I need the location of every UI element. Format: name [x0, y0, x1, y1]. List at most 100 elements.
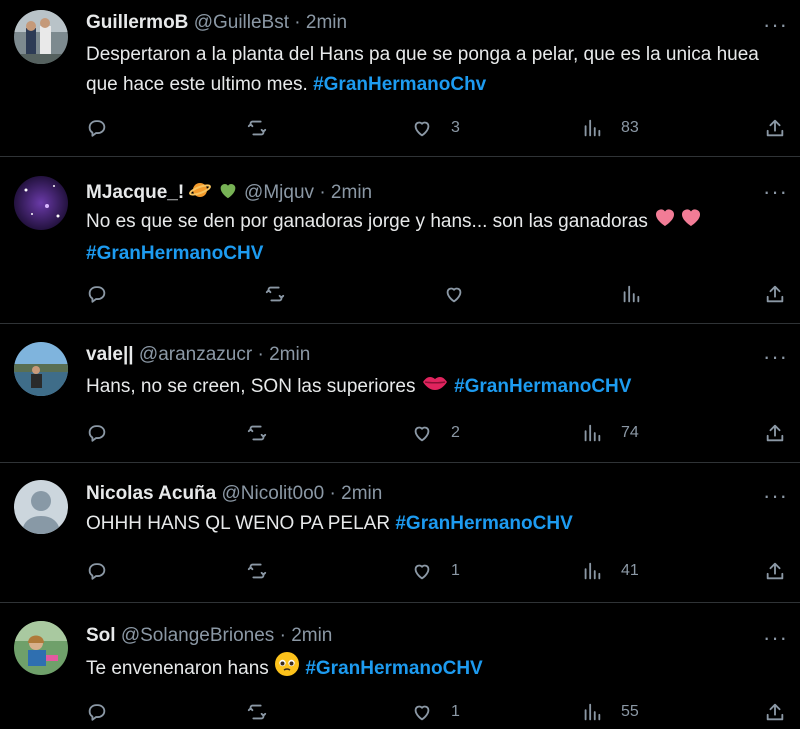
green-heart-icon	[217, 179, 239, 207]
views-button[interactable]: 83	[581, 114, 639, 142]
tweet[interactable]: vale|| @aranzazucr · 2min ··· Hans, no s…	[0, 324, 800, 463]
views-button[interactable]: 74	[581, 419, 639, 447]
share-icon	[766, 119, 784, 137]
retweet-button[interactable]	[264, 280, 286, 308]
tweet-header: Nicolas Acuña @Nicolit0o0 · 2min	[86, 483, 750, 505]
share-button[interactable]	[764, 280, 786, 308]
reply-icon	[88, 286, 106, 303]
hashtag-link[interactable]: #GranHermanoCHV	[86, 243, 263, 264]
more-options-icon[interactable]: ···	[763, 14, 788, 36]
like-button[interactable]: 2	[411, 419, 460, 447]
avatar[interactable]	[14, 480, 68, 534]
reply-button[interactable]	[86, 698, 108, 726]
timestamp[interactable]: 2min	[341, 483, 382, 504]
view-count: 41	[621, 562, 639, 579]
heart-icon	[414, 564, 430, 580]
more-options-icon[interactable]: ···	[763, 346, 788, 368]
hashtag-link[interactable]: #GranHermanoCHV	[395, 513, 572, 534]
reply-button[interactable]	[86, 419, 108, 447]
retweet-icon	[247, 120, 267, 136]
tweet-body: Te envenenaron hans	[86, 658, 269, 680]
share-icon	[766, 424, 784, 442]
tweet[interactable]: Sol @SolangeBriones · 2min ··· Te envene…	[0, 603, 800, 729]
more-options-icon[interactable]: ···	[763, 485, 788, 507]
views-chart-icon	[584, 703, 601, 721]
timestamp[interactable]: 2min	[306, 12, 347, 33]
retweet-icon	[265, 286, 285, 302]
user-handle[interactable]: @Mjquv	[244, 182, 314, 203]
separator: ·	[279, 625, 286, 646]
views-button[interactable]: 41	[581, 557, 639, 585]
display-name[interactable]: GuillermoB	[86, 12, 188, 33]
avatar[interactable]	[14, 10, 68, 64]
separator: ·	[319, 182, 326, 204]
retweet-button[interactable]	[246, 698, 268, 726]
share-icon	[766, 703, 784, 721]
heart-icon	[446, 287, 462, 303]
share-button[interactable]	[764, 698, 786, 726]
user-handle[interactable]: @Nicolit0o0	[222, 483, 325, 504]
tweet-body: OHHH HANS QL WENO PA PELAR	[86, 513, 391, 534]
retweet-button[interactable]	[246, 419, 268, 447]
timeline-feed: GuillermoB @GuilleBst · 2min ··· Despert…	[0, 0, 800, 729]
avatar[interactable]	[14, 621, 68, 675]
tweet[interactable]: GuillermoB @GuilleBst · 2min ··· Despert…	[0, 0, 800, 157]
like-button[interactable]	[443, 280, 483, 308]
tweet-text: Hans, no se creen, SON las superiores #G…	[86, 372, 782, 402]
ringed-planet-icon	[189, 179, 212, 207]
share-button[interactable]	[764, 114, 786, 142]
display-name[interactable]: MJacque_!	[86, 182, 184, 203]
tweet-header: Sol @SolangeBriones · 2min	[86, 625, 750, 647]
retweet-icon	[247, 563, 267, 579]
more-options-icon[interactable]: ···	[763, 627, 788, 649]
display-name[interactable]: Sol	[86, 625, 116, 646]
avatar[interactable]	[14, 342, 68, 396]
hashtag-link[interactable]: #GranHermanoCHV	[305, 658, 482, 679]
reply-button[interactable]	[86, 114, 108, 142]
tweet[interactable]: Nicolas Acuña @Nicolit0o0 · 2min ··· OHH…	[0, 463, 800, 603]
tweet-body: No es que se den por ganadoras jorge y h…	[86, 211, 648, 233]
tweet[interactable]: MJacque_! @Mjquv · 2min ··· No es que se…	[0, 157, 800, 324]
share-button[interactable]	[764, 419, 786, 447]
display-name[interactable]: Nicolas Acuña	[86, 483, 216, 504]
action-bar: 1 41	[86, 557, 786, 585]
reply-button[interactable]	[86, 557, 108, 585]
timestamp[interactable]: 2min	[269, 344, 310, 365]
user-handle[interactable]: @aranzazucr	[139, 344, 252, 365]
hashtag-link[interactable]: #GranHermanoChv	[313, 74, 486, 95]
more-options-icon[interactable]: ···	[763, 181, 788, 203]
tweet-text: OHHH HANS QL WENO PA PELAR #GranHermanoC…	[86, 509, 782, 539]
tweet-text: Despertaron a la planta del Hans pa que …	[86, 40, 782, 100]
share-icon	[766, 562, 784, 580]
like-button[interactable]: 3	[411, 114, 460, 142]
reply-icon	[88, 120, 106, 137]
heart-icon	[414, 426, 430, 442]
tweet-header: vale|| @aranzazucr · 2min	[86, 344, 750, 366]
action-bar: 3 83	[86, 114, 786, 142]
user-handle[interactable]: @SolangeBriones	[121, 625, 274, 646]
like-count: 1	[451, 562, 460, 579]
timestamp[interactable]: 2min	[291, 625, 332, 646]
views-button[interactable]	[620, 280, 660, 308]
separator: ·	[329, 483, 336, 504]
like-button[interactable]: 1	[411, 698, 460, 726]
avatar[interactable]	[14, 176, 68, 230]
reply-icon	[88, 425, 106, 442]
reply-button[interactable]	[86, 280, 108, 308]
tweet-text: Te envenenaron hans #GranHermanoCHV	[86, 651, 782, 687]
hashtag-link[interactable]: #GranHermanoCHV	[454, 376, 631, 397]
view-count: 74	[621, 424, 639, 441]
tweet-header: GuillermoB @GuilleBst · 2min	[86, 12, 750, 34]
tweet-text: No es que se den por ganadoras jorge y h…	[86, 205, 782, 269]
display-name[interactable]: vale||	[86, 344, 134, 365]
retweet-button[interactable]	[246, 557, 268, 585]
views-button[interactable]: 55	[581, 698, 639, 726]
user-handle[interactable]: @GuilleBst	[194, 12, 289, 33]
timestamp[interactable]: 2min	[331, 182, 372, 203]
like-button[interactable]: 1	[411, 557, 460, 585]
views-chart-icon	[584, 119, 601, 137]
retweet-button[interactable]	[246, 114, 268, 142]
retweet-icon	[247, 704, 267, 720]
views-chart-icon	[584, 562, 601, 580]
share-button[interactable]	[764, 557, 786, 585]
